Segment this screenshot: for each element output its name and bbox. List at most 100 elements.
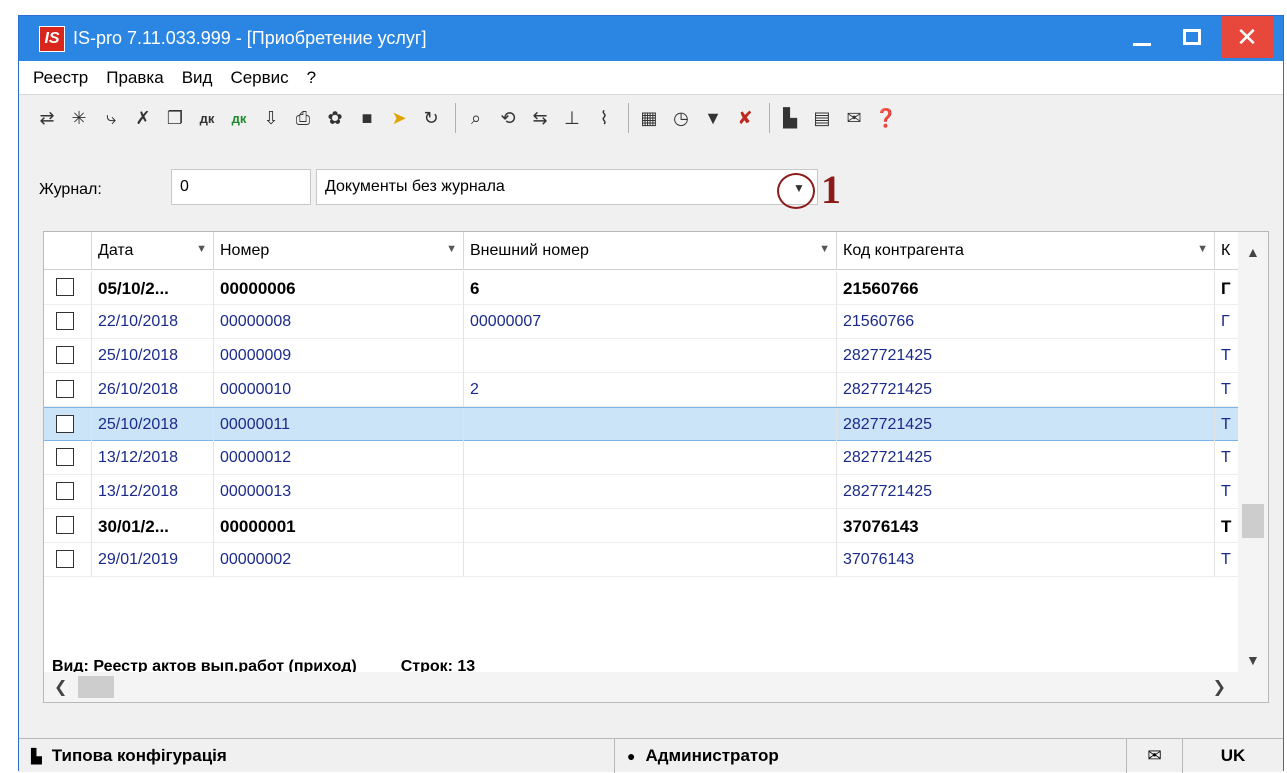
new-copy-icon[interactable]: ⤷ (97, 103, 125, 133)
arrow-yellow-icon[interactable]: ➤ (385, 103, 413, 133)
row-checkbox-cell[interactable] (44, 339, 92, 373)
row-checkbox[interactable] (56, 346, 74, 364)
status-language[interactable]: UK (1183, 739, 1283, 773)
row-checkbox[interactable] (56, 312, 74, 330)
cell-counterparty-code: 2827721425 (837, 339, 1215, 373)
vertical-scrollbar[interactable]: ▲ ▼ (1238, 232, 1268, 674)
filter-icon[interactable]: ▼ (699, 103, 727, 133)
column-filter-icon[interactable]: ▼ (1197, 243, 1208, 255)
table-row[interactable]: 26/10/2018 00000010 2 2827721425 Т (44, 373, 1240, 407)
form-icon[interactable]: ▤ (808, 103, 836, 133)
row-checkbox-cell[interactable] (44, 475, 92, 509)
cell-external-number: 00000007 (464, 305, 837, 339)
header-counterparty-code[interactable]: Код контрагента ▼ (837, 232, 1215, 270)
debit-credit-green-icon[interactable]: дк (225, 103, 253, 133)
row-checkbox-cell[interactable] (44, 441, 92, 475)
history-icon[interactable]: ◷ (667, 103, 695, 133)
row-checkbox[interactable] (56, 550, 74, 568)
close-button[interactable]: ✕ (1221, 16, 1273, 58)
row-checkbox[interactable] (56, 380, 74, 398)
table-row[interactable]: 05/10/2... 00000006 6 21560766 Г (44, 271, 1240, 305)
vertical-scroll-thumb[interactable] (1242, 504, 1264, 538)
scroll-up-icon[interactable]: ▲ (1246, 244, 1260, 260)
menu-reestr[interactable]: Реестр (33, 68, 88, 88)
table-row[interactable]: 30/01/2... 00000001 37076143 Т (44, 509, 1240, 543)
search-next-icon[interactable]: ⟲ (494, 103, 522, 133)
row-checkbox[interactable] (56, 482, 74, 500)
journal-label: Журнал: (39, 181, 102, 198)
horizontal-scrollbar[interactable]: ❮ ❯ (44, 672, 1268, 702)
print-icon[interactable]: ⎙ (289, 103, 317, 133)
title-bar[interactable]: IS IS-pro 7.11.033.999 - [Приобретение у… (19, 16, 1283, 61)
header-check[interactable] (44, 232, 92, 270)
grid-header: Дата ▼ Номер ▼ Внешний номер ▼ Код контраге… (44, 232, 1240, 270)
dark-square-icon[interactable]: ■ (353, 103, 381, 133)
row-checkbox[interactable] (56, 415, 74, 433)
help-icon[interactable]: ❓ (872, 103, 900, 133)
status-mail[interactable]: ✉ (1127, 739, 1183, 773)
table-row[interactable]: 25/10/2018 00000011 2827721425 Т (44, 407, 1240, 442)
menu-pravka[interactable]: Правка (106, 68, 163, 88)
table-row[interactable]: 13/12/2018 00000013 2827721425 Т (44, 475, 1240, 509)
row-checkbox-cell[interactable] (44, 305, 92, 339)
status-user[interactable]: ● Администратор (615, 739, 1127, 773)
scroll-down-icon[interactable]: ▼ (1246, 652, 1260, 668)
maximize-button[interactable] (1169, 16, 1215, 58)
chart-icon[interactable]: ▙ (776, 103, 804, 133)
new-doc-icon[interactable]: ✳ (65, 103, 93, 133)
delete-icon[interactable]: ✗ (129, 103, 157, 133)
row-checkbox[interactable] (56, 278, 74, 296)
journal-select-value: Документы без журнала (325, 178, 505, 195)
cell-date: 25/10/2018 (92, 408, 214, 442)
toolbar-separator (769, 103, 770, 133)
journal-select[interactable]: Документы без журнала ▼ (316, 169, 818, 205)
table-row[interactable]: 22/10/2018 00000008 00000007 21560766 Г (44, 305, 1240, 339)
table-row[interactable]: 13/12/2018 00000012 2827721425 Т (44, 441, 1240, 475)
row-checkbox[interactable] (56, 516, 74, 534)
cell-external-number (464, 475, 837, 509)
menu-servis[interactable]: Сервис (230, 68, 288, 88)
row-checkbox-cell[interactable] (44, 373, 92, 407)
search-icon[interactable]: ⌕ (462, 103, 490, 133)
column-filter-icon[interactable]: ▼ (196, 243, 207, 255)
find-replace-icon[interactable]: ⇆ (526, 103, 554, 133)
header-external-number[interactable]: Внешний номер ▼ (464, 232, 837, 270)
user-icon: ● (627, 748, 636, 764)
horizontal-scroll-thumb[interactable] (78, 676, 114, 698)
refresh-icon[interactable]: ↻ (417, 103, 445, 133)
attach-icon[interactable]: ⌇ (590, 103, 618, 133)
menu-vid[interactable]: Вид (182, 68, 213, 88)
cell-external-number (464, 543, 837, 577)
copy-icon[interactable]: ❐ (161, 103, 189, 133)
row-checkbox-cell[interactable] (44, 543, 92, 577)
row-checkbox[interactable] (56, 448, 74, 466)
cell-number: 00000002 (214, 543, 464, 577)
header-date[interactable]: Дата ▼ (92, 232, 214, 270)
table-row[interactable]: 25/10/2018 00000009 2827721425 Т (44, 339, 1240, 373)
column-filter-icon[interactable]: ▼ (819, 243, 830, 255)
table-row[interactable]: 29/01/2019 00000002 37076143 Т (44, 543, 1240, 577)
import-icon[interactable]: ⇩ (257, 103, 285, 133)
folder-open-icon[interactable]: ⇄ (33, 103, 61, 133)
grid-icon[interactable]: ▦ (635, 103, 663, 133)
menu-help[interactable]: ? (307, 68, 316, 88)
minimize-button[interactable] (1119, 16, 1165, 58)
header-number[interactable]: Номер ▼ (214, 232, 464, 270)
scroll-left-icon[interactable]: ❮ (54, 677, 67, 697)
cell-date: 26/10/2018 (92, 373, 214, 407)
mail-icon[interactable]: ✉ (840, 103, 868, 133)
grid-rows: 05/10/2... 00000006 6 21560766 Г 22/10/2018 00… (44, 271, 1240, 577)
tree-icon[interactable]: ⊥ (558, 103, 586, 133)
row-checkbox-cell[interactable] (44, 271, 92, 305)
status-config[interactable]: ▙ Типова конфігурація (19, 739, 615, 773)
journal-code-field[interactable]: 0 (171, 169, 311, 205)
row-checkbox-cell[interactable] (44, 509, 92, 543)
scroll-right-icon[interactable]: ❯ (1213, 677, 1226, 697)
debit-credit-icon[interactable]: дк (193, 103, 221, 133)
cell-k: Г (1221, 279, 1231, 298)
row-checkbox-cell[interactable] (44, 408, 92, 442)
settings-icon[interactable]: ✿ (321, 103, 349, 133)
filter-clear-icon[interactable]: ✘ (731, 103, 759, 133)
column-filter-icon[interactable]: ▼ (446, 243, 457, 255)
header-k[interactable]: К (1215, 232, 1240, 270)
